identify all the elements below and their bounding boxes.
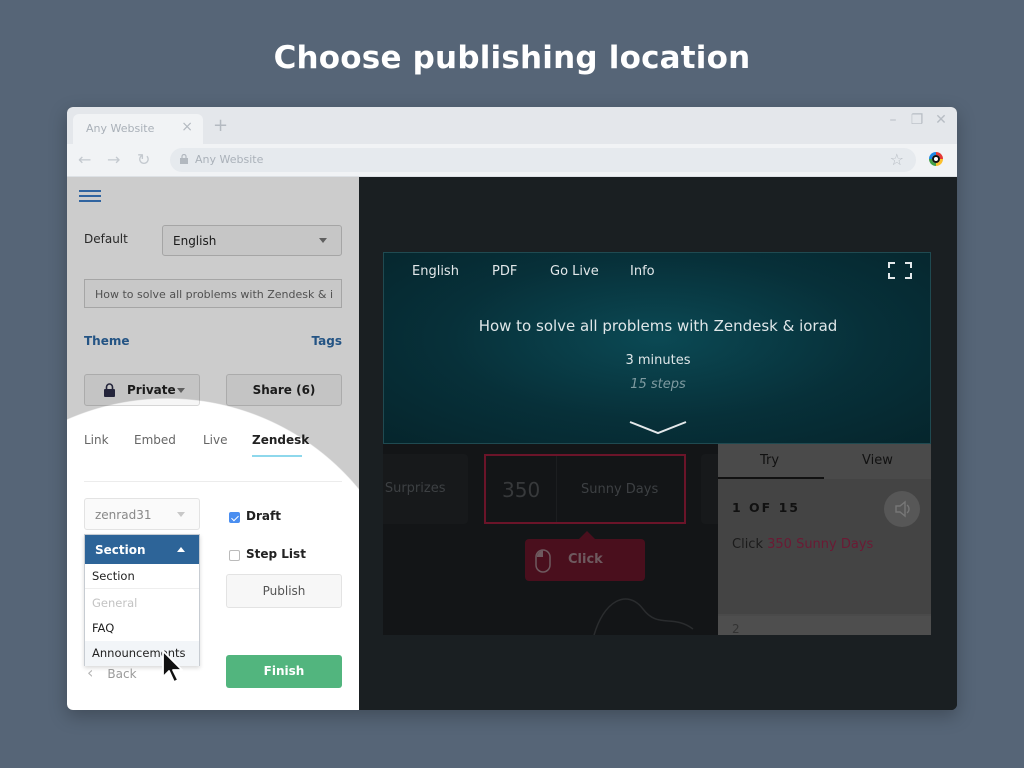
extension-icon[interactable] — [929, 152, 943, 166]
card-text: y Surprizes — [383, 481, 446, 496]
language-select-value: English — [173, 234, 217, 248]
divider — [84, 481, 342, 482]
lock-icon — [180, 154, 188, 164]
section-dropdown[interactable]: Section Section General FAQ Announcement… — [84, 534, 200, 666]
forward-arrow-icon[interactable]: → — [107, 150, 120, 169]
chevron-down-icon — [177, 512, 185, 517]
page-headline: Choose publishing location — [273, 40, 751, 76]
target-text: Sunny Days — [581, 482, 659, 497]
default-language-label: Default — [84, 232, 128, 246]
tutorial-title-input[interactable]: How to solve all problems with Zendesk &… — [84, 279, 342, 308]
hamburger-menu-icon[interactable] — [79, 190, 101, 202]
draft-label: Draft — [246, 509, 281, 523]
zendesk-account-select[interactable]: zenrad31 — [84, 498, 200, 530]
tutorial-hero: English PDF Go Live Info How to solve al… — [383, 252, 931, 444]
draft-checkbox[interactable] — [229, 512, 240, 523]
tutorial-title-value: How to solve all problems with Zendesk &… — [95, 288, 333, 301]
finish-button[interactable]: Finish — [226, 655, 342, 688]
publish-panel: Default English How to solve all problem… — [67, 177, 359, 710]
step-card: 1 OF 15 Click 350 Sunny Days — [718, 479, 931, 614]
divider — [556, 456, 557, 522]
section-option[interactable]: Section — [85, 564, 199, 589]
publish-button[interactable]: Publish — [226, 574, 342, 608]
stage-card: y Surprizes — [383, 454, 468, 524]
section-option-disabled: General — [92, 596, 138, 610]
chevron-up-icon — [177, 547, 185, 552]
chevron-down-icon — [319, 238, 327, 243]
bookmark-star-icon[interactable]: ☆ — [890, 150, 904, 169]
target-number: 350 — [502, 478, 541, 502]
click-label: Click — [568, 552, 603, 567]
lock-icon — [104, 383, 115, 397]
back-label: Back — [107, 667, 137, 681]
next-step-number: 2 — [732, 622, 740, 635]
mouse-icon — [535, 549, 551, 573]
section-option[interactable]: FAQ — [85, 616, 199, 641]
tab-embed[interactable]: Embed — [134, 433, 176, 447]
next-step-card[interactable]: 2 — [718, 616, 931, 635]
sidebar-tabs: Try View — [718, 444, 931, 479]
close-tab-icon[interactable]: × — [181, 119, 193, 135]
close-window-icon[interactable]: ✕ — [933, 112, 949, 128]
chevron-down-icon[interactable] — [628, 419, 688, 435]
theme-link[interactable]: Theme — [84, 334, 130, 348]
url-input[interactable]: Any Website ☆ — [170, 148, 916, 172]
active-tab-indicator — [252, 455, 302, 457]
section-select-value: Section — [95, 543, 146, 557]
hero-nav-go-live[interactable]: Go Live — [550, 264, 599, 279]
minimize-icon[interactable]: – — [885, 112, 901, 128]
privacy-value: Private — [127, 383, 176, 397]
hero-nav-english[interactable]: English — [412, 264, 459, 279]
stage-card — [701, 454, 718, 524]
url-text: Any Website — [195, 153, 264, 166]
tab-live[interactable]: Live — [203, 433, 228, 447]
step-counter: 1 OF 15 — [732, 500, 800, 515]
step-instruction: Click 350 Sunny Days — [732, 537, 873, 552]
window-controls: – ❐ ✕ — [885, 112, 949, 128]
tutorial-stage: y Surprizes 350 Sunny Days Click — [383, 444, 718, 635]
tab-view[interactable]: View — [862, 453, 893, 468]
address-bar: ← → ↻ Any Website ☆ — [67, 144, 957, 177]
tutorial-steps: 15 steps — [630, 377, 686, 392]
account-select-value: zenrad31 — [95, 508, 152, 522]
step-list-checkbox[interactable] — [229, 550, 240, 561]
speaker-icon — [895, 500, 910, 518]
chevron-down-icon — [177, 388, 185, 393]
restore-icon[interactable]: ❐ — [909, 112, 925, 128]
tutorial-title: How to solve all problems with Zendesk &… — [478, 317, 838, 335]
step-list-label: Step List — [246, 547, 306, 561]
tutorial-duration: 3 minutes — [625, 353, 691, 368]
highlighted-target[interactable]: 350 Sunny Days — [484, 454, 686, 524]
back-arrow-icon[interactable]: ← — [78, 150, 91, 169]
browser-tab[interactable]: Any Website × — [73, 114, 203, 144]
tab-link[interactable]: Link — [84, 433, 109, 447]
language-select[interactable]: English — [162, 225, 342, 256]
chevron-left-icon: ‹ — [87, 663, 94, 682]
tab-title: Any Website — [86, 122, 155, 135]
audio-button[interactable] — [884, 491, 920, 527]
new-tab-icon[interactable]: + — [213, 115, 228, 136]
hero-nav-pdf[interactable]: PDF — [492, 264, 517, 279]
tab-try[interactable]: Try — [760, 453, 779, 468]
reload-icon[interactable]: ↻ — [137, 150, 150, 169]
mouse-pointer-icon — [162, 650, 183, 683]
back-button[interactable]: ‹ Back — [87, 663, 137, 682]
click-hint[interactable]: Click — [525, 531, 645, 581]
browser-window: Any Website × + – ❐ ✕ ← → ↻ Any Website … — [67, 107, 957, 710]
hero-nav-info[interactable]: Info — [630, 264, 655, 279]
privacy-select[interactable]: Private — [84, 374, 200, 406]
fullscreen-icon[interactable] — [888, 262, 912, 279]
tags-link[interactable]: Tags — [312, 334, 342, 348]
step-instruction-target: 350 Sunny Days — [767, 537, 874, 552]
share-button[interactable]: Share (6) — [226, 374, 342, 406]
section-select[interactable]: Section — [85, 535, 199, 564]
tab-bar: Any Website × + – ❐ ✕ — [67, 107, 957, 144]
decorative-curve — [593, 598, 694, 635]
step-sidebar: Try View 1 OF 15 Click 350 Sunny Days 2 — [718, 444, 931, 635]
tab-zendesk[interactable]: Zendesk — [252, 433, 309, 447]
step-instruction-prefix: Click — [732, 537, 763, 552]
tutorial-preview: English PDF Go Live Info How to solve al… — [359, 177, 957, 710]
